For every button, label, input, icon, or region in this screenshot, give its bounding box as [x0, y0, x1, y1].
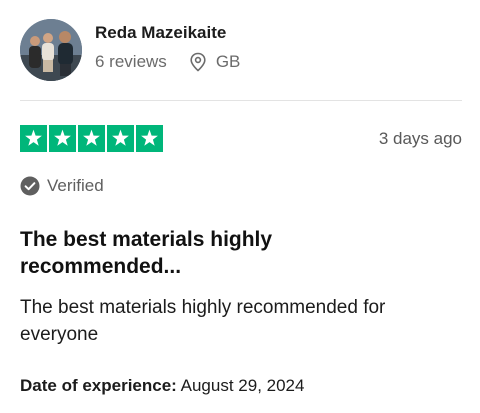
- reviewer-name[interactable]: Reda Mazeikaite: [95, 22, 240, 44]
- star-icon: [107, 125, 134, 152]
- review-count: 6 reviews: [95, 52, 167, 71]
- star-icon: [78, 125, 105, 152]
- review-title-line: recommended...: [20, 255, 182, 278]
- review-body-line: The best materials highly recommended fo…: [20, 297, 386, 318]
- date-of-experience: Date of experience: August 29, 2024: [20, 375, 462, 397]
- star-icon: [49, 125, 76, 152]
- review-body: The best materials highly recommended fo…: [20, 294, 462, 348]
- avatar[interactable]: [20, 19, 82, 81]
- review-title[interactable]: The best materials highly recommended...: [20, 226, 440, 280]
- star-icon: [136, 125, 163, 152]
- experience-label: Date of experience:: [20, 376, 177, 395]
- review-body-line: everyone: [20, 324, 99, 345]
- review-title-line: The best materials highly: [20, 228, 273, 251]
- star-rating: [20, 125, 163, 152]
- rating-row: 3 days ago: [20, 123, 462, 154]
- review-card: Reda Mazeikaite 6 reviews GB 3 days ago: [0, 0, 480, 413]
- divider: [20, 100, 462, 101]
- map-pin-icon: [189, 52, 207, 72]
- experience-date: August 29, 2024: [180, 376, 305, 395]
- reviewer-header: Reda Mazeikaite 6 reviews GB: [20, 19, 462, 81]
- check-circle-icon: [20, 176, 40, 196]
- reviewer-country: GB: [215, 52, 241, 71]
- verified-label: Verified: [47, 176, 104, 195]
- reviewer-meta: 6 reviews GB: [95, 52, 240, 72]
- star-icon: [20, 125, 47, 152]
- reviewer-info: Reda Mazeikaite 6 reviews GB: [95, 22, 240, 72]
- review-date: 3 days ago: [378, 128, 462, 148]
- verified-badge[interactable]: Verified: [20, 176, 104, 196]
